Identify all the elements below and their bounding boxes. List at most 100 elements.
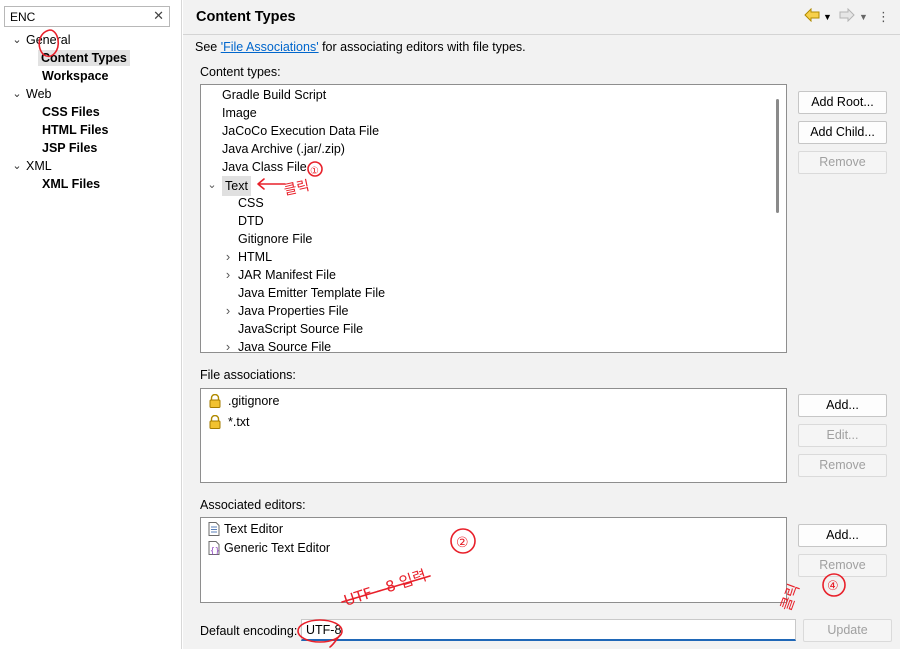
content-type-label: Java Emitter Template File <box>238 286 386 300</box>
chevron-right-icon[interactable]: › <box>222 302 234 320</box>
content-types-label: Content types: <box>200 65 281 79</box>
forward-dropdown-icon[interactable]: ▼ <box>859 8 868 26</box>
file-associations-link[interactable]: 'File Associations' <box>221 40 319 54</box>
file-associations-label: File associations: <box>200 368 296 382</box>
content-type-item[interactable]: JavaScript Source File <box>201 320 771 338</box>
tree-item-label: CSS Files <box>42 105 100 119</box>
chevron-right-icon[interactable]: › <box>222 248 234 266</box>
vertical-scrollbar[interactable] <box>770 85 786 352</box>
preferences-tree-pane: ENC ✕ ⌄ General Content Types Workspace … <box>0 0 182 649</box>
back-dropdown-icon[interactable]: ▼ <box>823 8 832 26</box>
associated-editors-list[interactable]: Text Editor {} Generic Text Editor <box>200 517 787 603</box>
content-type-item[interactable]: › JAR Manifest File <box>201 266 771 284</box>
lock-icon <box>208 393 222 408</box>
generic-editor-icon: {} <box>208 541 220 555</box>
content-type-label: Java Archive (.jar/.zip) <box>222 142 345 156</box>
remove-content-type-button[interactable]: Remove <box>798 151 887 174</box>
content-type-label: JAR Manifest File <box>238 268 336 282</box>
update-button[interactable]: Update <box>803 619 892 642</box>
page-header: Content Types ▼ ▼ ⋮ <box>183 0 900 34</box>
tree-item-content-types[interactable]: Content Types <box>38 49 130 67</box>
more-vert-icon[interactable]: ⋮ <box>877 8 890 26</box>
tree-item-html-files[interactable]: HTML Files <box>42 121 108 139</box>
editor-label: Generic Text Editor <box>224 541 331 555</box>
associated-editors-label: Associated editors: <box>200 498 306 512</box>
content-type-label: JaCoCo Execution Data File <box>222 124 380 138</box>
content-types-page: Content Types ▼ ▼ ⋮ See 'File Associatio… <box>183 0 900 649</box>
header-divider <box>183 34 900 35</box>
default-encoding-label: Default encoding: <box>200 624 298 638</box>
chevron-down-icon[interactable]: ⌄ <box>10 157 24 175</box>
file-association-label: *.txt <box>228 415 250 429</box>
filter-value: ENC <box>10 10 36 24</box>
content-type-item[interactable]: DTD <box>201 212 771 230</box>
filter-input[interactable]: ENC ✕ <box>4 6 170 27</box>
default-encoding-input[interactable] <box>301 619 796 641</box>
tree-item-jsp-files[interactable]: JSP Files <box>42 139 97 157</box>
tree-item-css-files[interactable]: CSS Files <box>42 103 100 121</box>
text-editor-icon <box>208 522 220 536</box>
content-type-label: JavaScript Source File <box>238 322 364 336</box>
forward-arrow-icon[interactable] <box>839 7 855 27</box>
chevron-down-icon[interactable]: ⌄ <box>206 176 218 194</box>
content-type-label: Gradle Build Script <box>222 88 327 102</box>
edit-file-association-button[interactable]: Edit... <box>798 424 887 447</box>
content-type-item[interactable]: CSS <box>201 194 771 212</box>
file-association-label: .gitignore <box>228 394 280 408</box>
content-type-label: Java Class File <box>222 160 307 174</box>
content-type-item[interactable]: Gradle Build Script <box>201 86 771 104</box>
tree-item-label: XML Files <box>42 177 101 191</box>
remove-file-association-button[interactable]: Remove <box>798 454 887 477</box>
svg-text:{}: {} <box>210 546 220 555</box>
content-type-item[interactable]: Java Archive (.jar/.zip) <box>201 140 771 158</box>
back-arrow-icon[interactable] <box>804 7 820 27</box>
content-type-item[interactable]: ⌄ Text <box>201 176 771 196</box>
content-type-item[interactable]: › HTML <box>201 248 771 266</box>
list-item[interactable]: Text Editor <box>201 520 786 538</box>
tree-item-label: General <box>26 33 71 47</box>
chevron-down-icon[interactable]: ⌄ <box>10 31 24 49</box>
editor-label: Text Editor <box>224 522 284 536</box>
content-type-item[interactable]: Image <box>201 104 771 122</box>
description-text: See 'File Associations' for associating … <box>195 40 526 54</box>
tree-item-label: Web <box>26 87 52 101</box>
content-type-item[interactable]: JaCoCo Execution Data File <box>201 122 771 140</box>
add-root-button[interactable]: Add Root... <box>798 91 887 114</box>
page-title: Content Types <box>196 9 296 25</box>
content-type-item[interactable]: › Java Source File <box>201 338 771 352</box>
add-file-association-button[interactable]: Add... <box>798 394 887 417</box>
navigation-toolbar: ▼ ▼ ⋮ <box>802 7 892 27</box>
tree-item-label: Workspace <box>42 69 109 83</box>
tree-item-xml-files[interactable]: XML Files <box>42 175 100 193</box>
list-item[interactable]: .gitignore <box>201 392 786 410</box>
add-editor-button[interactable]: Add... <box>798 524 887 547</box>
tree-item-label: XML <box>26 159 52 173</box>
tree-item-workspace[interactable]: Workspace <box>42 67 108 85</box>
content-types-tree[interactable]: Gradle Build Script Image JaCoCo Execution… <box>200 84 787 353</box>
scrollbar-thumb[interactable] <box>776 99 779 213</box>
content-type-item[interactable]: Java Class File <box>201 158 771 176</box>
remove-editor-button[interactable]: Remove <box>798 554 887 577</box>
chevron-right-icon[interactable]: › <box>222 338 234 352</box>
content-type-label: CSS <box>238 196 264 210</box>
list-item[interactable]: {} Generic Text Editor <box>201 539 786 557</box>
list-item[interactable]: *.txt <box>201 413 786 431</box>
tree-item-label: JSP Files <box>42 141 98 155</box>
chevron-down-icon[interactable]: ⌄ <box>10 85 24 103</box>
lock-icon <box>208 414 222 429</box>
clear-filter-icon[interactable]: ✕ <box>153 8 164 24</box>
description-prefix: See <box>195 40 221 54</box>
content-type-label: Text <box>222 176 251 196</box>
content-type-item[interactable]: Gitignore File <box>201 230 771 248</box>
content-type-item[interactable]: Java Emitter Template File <box>201 284 771 302</box>
chevron-right-icon[interactable]: › <box>222 266 234 284</box>
content-type-item[interactable]: › Java Properties File <box>201 302 771 320</box>
tree-item-label: Content Types <box>38 50 130 66</box>
add-child-button[interactable]: Add Child... <box>798 121 887 144</box>
content-type-label: Image <box>222 106 257 120</box>
content-type-label: HTML <box>238 250 273 264</box>
content-type-label: DTD <box>238 214 264 228</box>
description-suffix: for associating editors with file types. <box>318 40 526 54</box>
content-type-label: Java Properties File <box>238 304 349 318</box>
file-associations-list[interactable]: .gitignore *.txt <box>200 388 787 483</box>
